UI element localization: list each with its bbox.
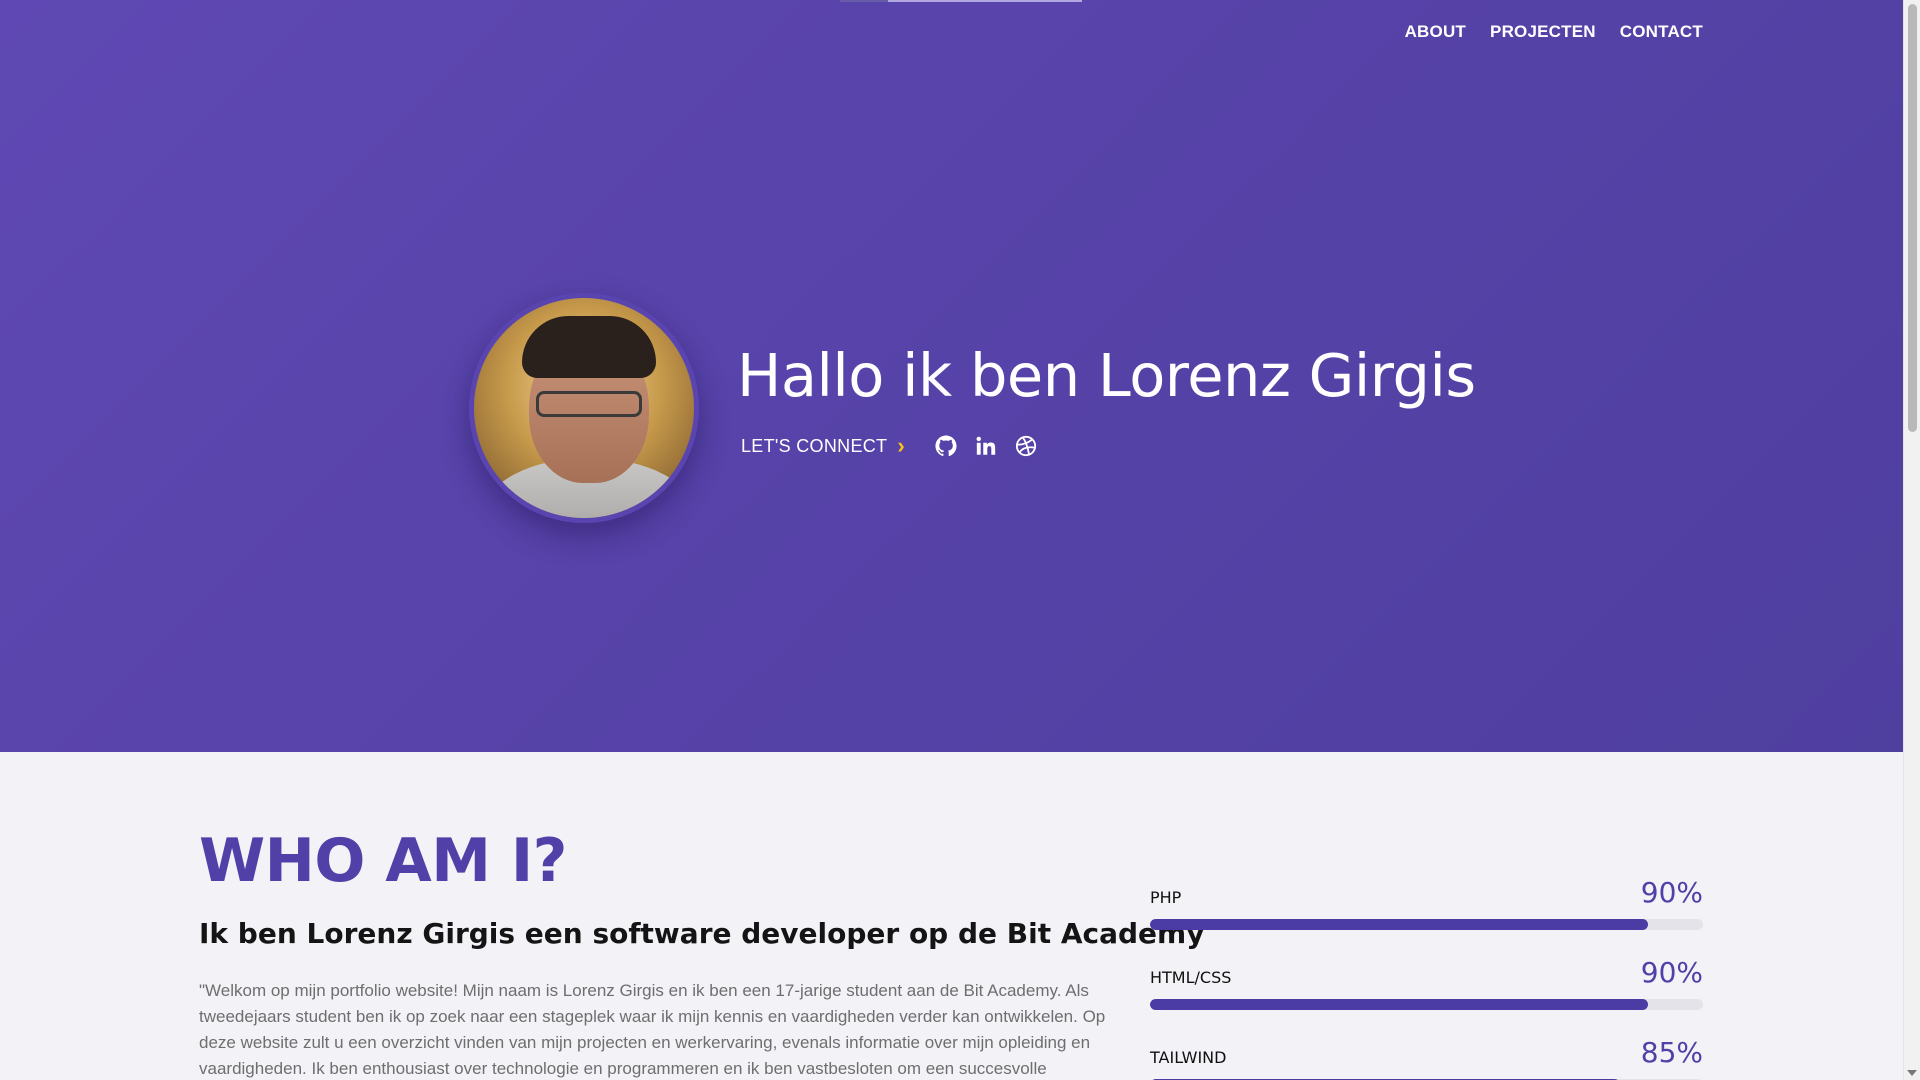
skill-item: PHP 90% bbox=[1150, 870, 1703, 950]
avatar-glasses bbox=[536, 391, 642, 417]
scrollbar-thumb[interactable] bbox=[1908, 4, 1917, 432]
skill-item: TAILWIND 85% bbox=[1150, 1030, 1703, 1080]
nav-about-link[interactable]: ABOUT bbox=[1405, 22, 1466, 42]
skills-list: PHP 90% HTML/CSS 90% TAILWIND 85% bbox=[1150, 870, 1703, 1080]
lets-connect-link[interactable]: LET'S CONNECT › bbox=[741, 435, 905, 457]
skill-percent: 90% bbox=[1640, 876, 1703, 909]
vertical-scrollbar[interactable] bbox=[1903, 0, 1920, 1080]
skill-name: PHP bbox=[1150, 888, 1182, 907]
about-subtitle: Ik ben Lorenz Girgis een software develo… bbox=[199, 917, 1205, 950]
github-icon[interactable] bbox=[935, 435, 957, 457]
loading-progress-line bbox=[840, 0, 1082, 2]
nav-projecten-link[interactable]: PROJECTEN bbox=[1490, 22, 1596, 42]
connect-row: LET'S CONNECT › bbox=[741, 435, 1037, 457]
skill-item: HTML/CSS 90% bbox=[1150, 950, 1703, 1030]
skill-bar-fill bbox=[1150, 919, 1648, 930]
main-nav: ABOUT PROJECTEN CONTACT bbox=[1405, 22, 1703, 42]
skill-bar-fill bbox=[1150, 999, 1648, 1010]
avatar-hair bbox=[522, 316, 656, 378]
scroll-down-arrow-icon[interactable] bbox=[1907, 1070, 1917, 1076]
about-text: "Welkom op mijn portfolio website! Mijn … bbox=[199, 981, 1106, 1078]
skill-bar-track bbox=[1150, 999, 1703, 1010]
nav-contact-link[interactable]: CONTACT bbox=[1620, 22, 1703, 42]
skill-percent: 90% bbox=[1640, 956, 1703, 989]
social-links bbox=[935, 435, 1037, 457]
hero-title: Hallo ik ben Lorenz Girgis bbox=[737, 341, 1476, 410]
skill-bar-track bbox=[1150, 919, 1703, 930]
profile-avatar bbox=[469, 293, 699, 523]
chevron-right-icon: › bbox=[897, 433, 905, 458]
dribbble-icon[interactable] bbox=[1015, 435, 1037, 457]
skill-name: TAILWIND bbox=[1150, 1048, 1227, 1067]
skill-name: HTML/CSS bbox=[1150, 968, 1232, 987]
hero-section: ABOUT PROJECTEN CONTACT Hallo ik ben Lor… bbox=[0, 0, 1903, 752]
linkedin-icon[interactable] bbox=[975, 435, 997, 457]
about-title: WHO AM I? bbox=[199, 826, 567, 896]
lets-connect-label: LET'S CONNECT bbox=[741, 435, 888, 456]
skill-percent: 85% bbox=[1640, 1036, 1703, 1069]
page: ABOUT PROJECTEN CONTACT Hallo ik ben Lor… bbox=[0, 0, 1903, 1080]
